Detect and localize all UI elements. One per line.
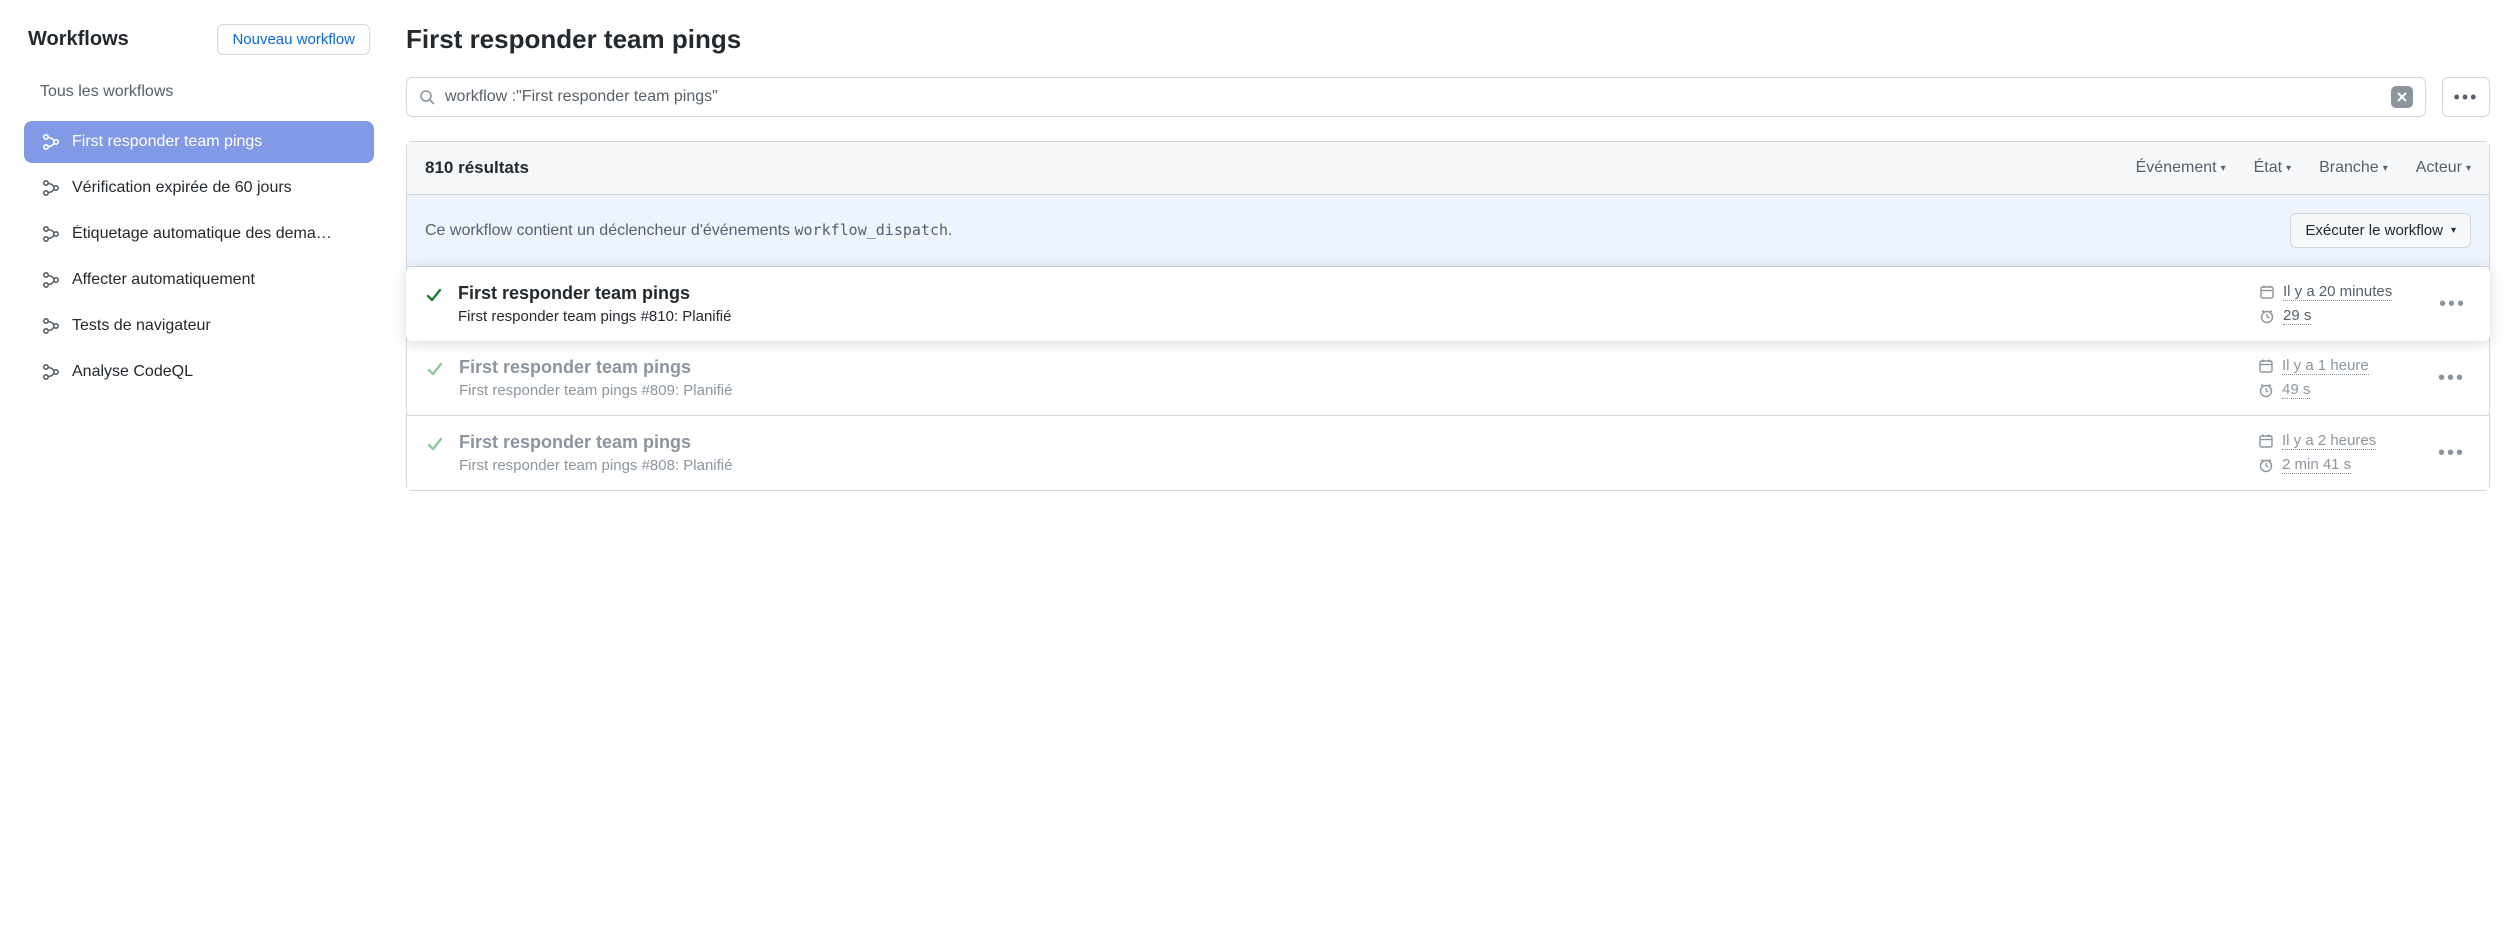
search-input[interactable] bbox=[445, 88, 2381, 106]
results-panel: 810 résultats Événement ▾ État ▾ Branche… bbox=[406, 141, 2490, 491]
run-time: Il y a 20 minutes bbox=[2283, 283, 2392, 301]
filter-event-label: Événement bbox=[2136, 159, 2217, 177]
run-time: Il y a 2 heures bbox=[2282, 432, 2376, 450]
success-check-icon bbox=[424, 285, 444, 305]
sidebar-item-workflow[interactable]: Affecter automatiquement bbox=[24, 259, 374, 301]
stopwatch-icon bbox=[2259, 308, 2275, 324]
dispatch-banner: Ce workflow contient un déclencheur d'év… bbox=[407, 195, 2489, 267]
calendar-icon bbox=[2258, 358, 2274, 374]
chevron-down-icon: ▾ bbox=[2286, 163, 2291, 174]
run-workflow-button[interactable]: Exécuter le workflow ▾ bbox=[2290, 213, 2471, 248]
dispatch-suffix: . bbox=[948, 222, 952, 239]
run-subtitle: First responder team pings #809: Planifi… bbox=[459, 382, 2244, 399]
sidebar-item-label: Analyse CodeQL bbox=[72, 363, 193, 381]
page-title: First responder team pings bbox=[406, 24, 2490, 55]
sidebar-item-label: Étiquetage automatique des dema… bbox=[72, 225, 332, 243]
run-row[interactable]: First responder team pings First responde… bbox=[407, 416, 2489, 490]
calendar-icon bbox=[2258, 433, 2274, 449]
chevron-down-icon: ▾ bbox=[2451, 225, 2456, 236]
run-row[interactable]: First responder team pings First responde… bbox=[407, 341, 2489, 416]
sidebar-item-workflow[interactable]: Tests de navigateur bbox=[24, 305, 374, 347]
dispatch-code: workflow_dispatch bbox=[794, 221, 948, 239]
stopwatch-icon bbox=[2258, 457, 2274, 473]
sidebar-item-label: Vérification expirée de 60 jours bbox=[72, 179, 292, 197]
sidebar-item-label: Affecter automatiquement bbox=[72, 271, 255, 289]
calendar-icon bbox=[2259, 284, 2275, 300]
sidebar-item-label: First responder team pings bbox=[72, 133, 262, 151]
run-subtitle: First responder team pings #810: Planifi… bbox=[458, 308, 2245, 325]
workflow-icon bbox=[42, 133, 60, 151]
run-title: First responder team pings bbox=[459, 432, 2244, 453]
run-more-button[interactable]: ••• bbox=[2432, 442, 2471, 465]
filter-actor-label: Acteur bbox=[2416, 159, 2462, 177]
chevron-down-icon: ▾ bbox=[2466, 163, 2471, 174]
results-count: 810 résultats bbox=[425, 158, 2136, 178]
workflow-icon bbox=[42, 317, 60, 335]
dispatch-prefix: Ce workflow contient un déclencheur d'év… bbox=[425, 222, 794, 239]
chevron-down-icon: ▾ bbox=[2383, 163, 2388, 174]
filter-status-label: État bbox=[2254, 159, 2282, 177]
run-title: First responder team pings bbox=[458, 283, 2245, 304]
sidebar-item-workflow[interactable]: Étiquetage automatique des dema… bbox=[24, 213, 374, 255]
sidebar-all-workflows[interactable]: Tous les workflows bbox=[24, 75, 374, 109]
filter-branch[interactable]: Branche ▾ bbox=[2319, 159, 2388, 177]
sidebar-item-workflow[interactable]: Analyse CodeQL bbox=[24, 351, 374, 393]
run-time: Il y a 1 heure bbox=[2282, 357, 2369, 375]
filter-event[interactable]: Événement ▾ bbox=[2136, 159, 2226, 177]
success-check-icon bbox=[425, 359, 445, 379]
run-more-button[interactable]: ••• bbox=[2433, 293, 2472, 316]
new-workflow-button[interactable]: Nouveau workflow bbox=[217, 24, 370, 55]
chevron-down-icon: ▾ bbox=[2221, 163, 2226, 174]
search-icon bbox=[419, 89, 435, 105]
stopwatch-icon bbox=[2258, 382, 2274, 398]
more-actions-button[interactable]: ••• bbox=[2442, 77, 2490, 117]
run-subtitle: First responder team pings #808: Planifi… bbox=[459, 457, 2244, 474]
run-more-button[interactable]: ••• bbox=[2432, 367, 2471, 390]
run-duration: 2 min 41 s bbox=[2282, 456, 2351, 474]
sidebar-item-workflow[interactable]: First responder team pings bbox=[24, 121, 374, 163]
sidebar-title: Workflows bbox=[28, 28, 129, 51]
run-title: First responder team pings bbox=[459, 357, 2244, 378]
filter-status[interactable]: État ▾ bbox=[2254, 159, 2292, 177]
clear-search-icon[interactable] bbox=[2391, 86, 2413, 108]
success-check-icon bbox=[425, 434, 445, 454]
sidebar-item-label: Tests de navigateur bbox=[72, 317, 211, 335]
workflow-icon bbox=[42, 271, 60, 289]
workflow-icon bbox=[42, 225, 60, 243]
sidebar-item-workflow[interactable]: Vérification expirée de 60 jours bbox=[24, 167, 374, 209]
run-duration: 29 s bbox=[2283, 307, 2311, 325]
search-box[interactable] bbox=[406, 77, 2426, 117]
kebab-icon: ••• bbox=[2454, 87, 2479, 108]
sidebar: Workflows Nouveau workflow Tous les work… bbox=[24, 24, 374, 491]
run-row[interactable]: First responder team pings First responde… bbox=[406, 267, 2490, 341]
run-workflow-label: Exécuter le workflow bbox=[2305, 222, 2443, 239]
workflow-icon bbox=[42, 179, 60, 197]
main-content: First responder team pings ••• 810 résul… bbox=[406, 24, 2490, 491]
run-duration: 49 s bbox=[2282, 381, 2310, 399]
filter-branch-label: Branche bbox=[2319, 159, 2379, 177]
workflow-icon bbox=[42, 363, 60, 381]
filter-actor[interactable]: Acteur ▾ bbox=[2416, 159, 2471, 177]
